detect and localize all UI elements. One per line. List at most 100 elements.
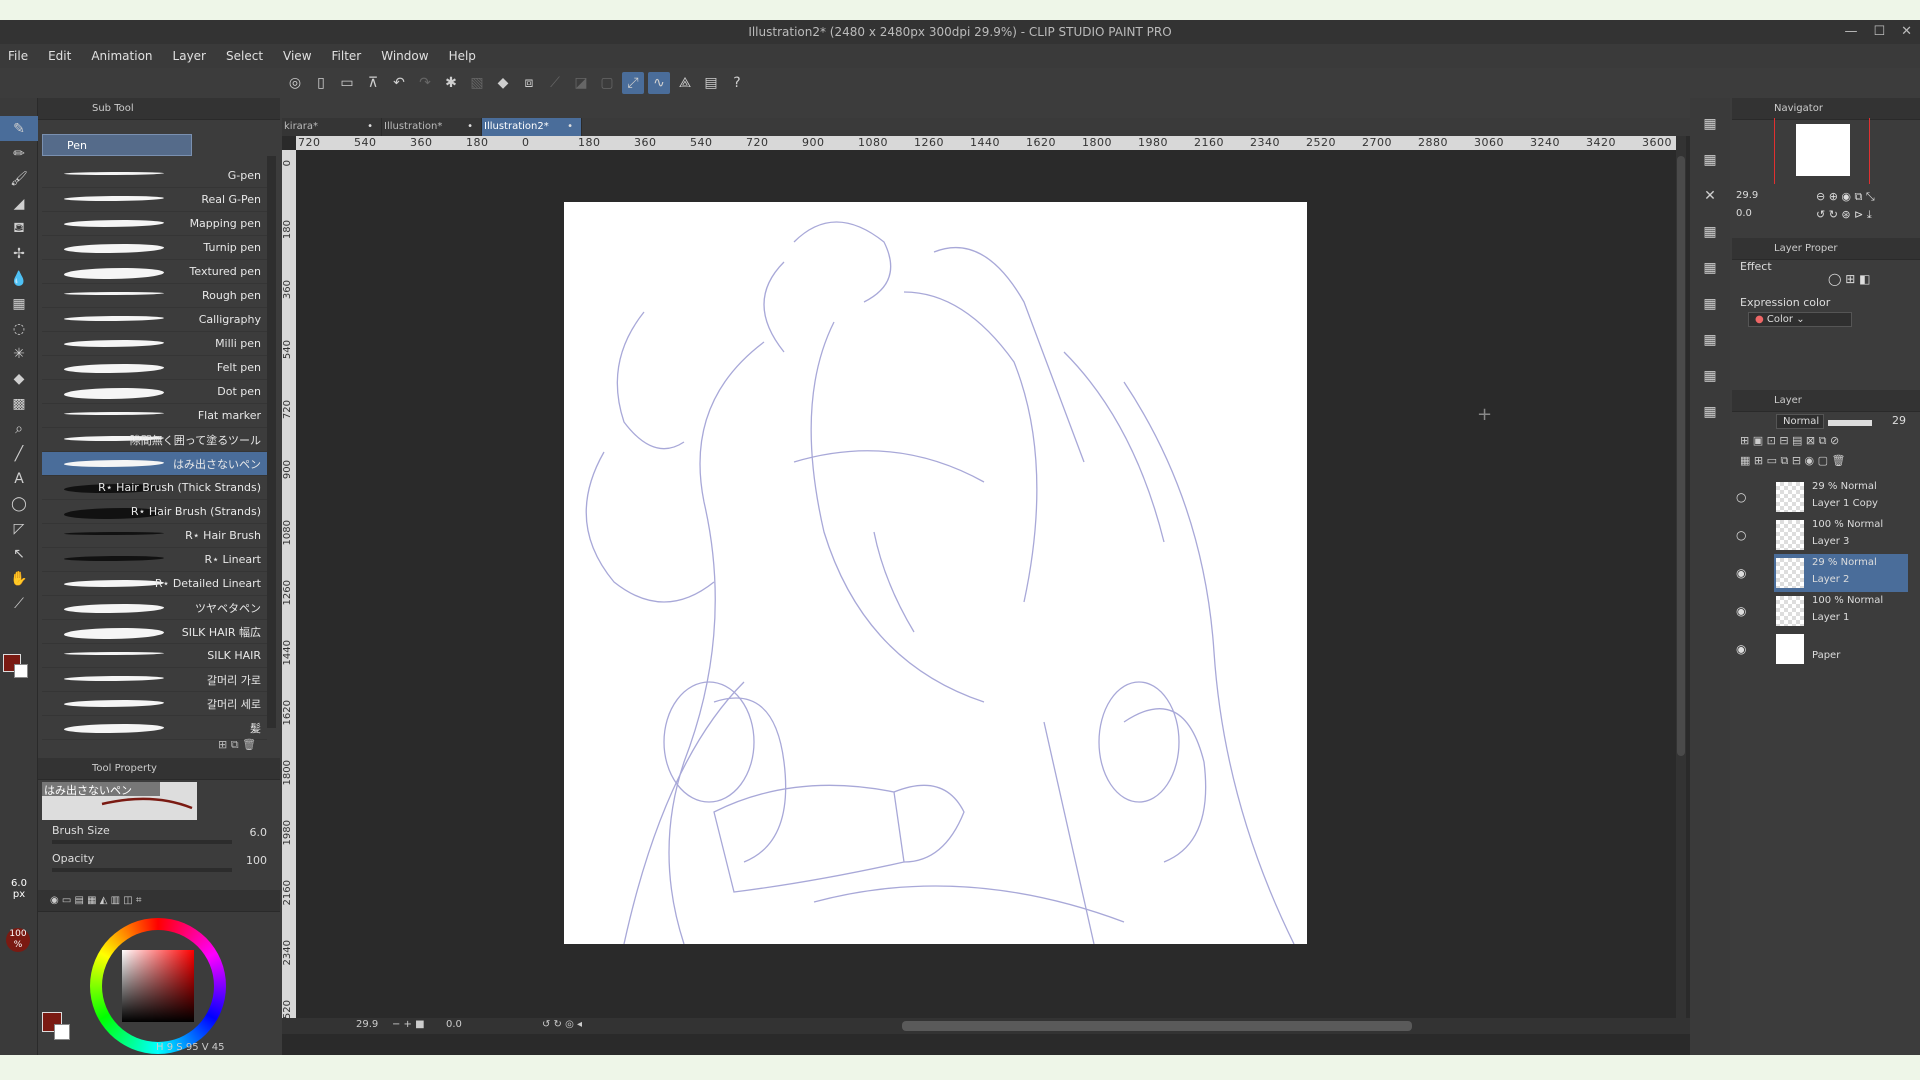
sub-color-swatch[interactable]	[14, 664, 28, 678]
canvas-paper[interactable]	[564, 202, 1307, 945]
clip-studio-icon[interactable]: ◎	[284, 72, 306, 94]
undo-icon[interactable]: ↶	[388, 72, 410, 94]
brush-item[interactable]: R⋆ Lineart	[42, 548, 267, 572]
auto-select-tool-icon[interactable]: ✳	[0, 341, 38, 366]
brush-item[interactable]: Textured pen	[42, 260, 267, 284]
help-icon[interactable]: ?	[726, 72, 748, 94]
brush-item[interactable]: Dot pen	[42, 380, 267, 404]
snap-grid-icon[interactable]: ⟁	[674, 72, 696, 94]
brush-tool-icon[interactable]: 🖌	[0, 166, 38, 191]
status-angle-value[interactable]: 0.0	[446, 1019, 462, 1030]
transform-icon[interactable]: ⧈	[518, 72, 540, 94]
opacity-value[interactable]: 100	[246, 854, 267, 867]
navigator-zoom-value[interactable]: 29.9	[1736, 190, 1758, 201]
visibility-eye-icon[interactable]: ◉	[1736, 566, 1746, 580]
brush-item[interactable]: ツヤベタペン	[42, 596, 267, 620]
clear-icon[interactable]: ✱	[440, 72, 462, 94]
pencil-tool-icon[interactable]: ✏	[0, 141, 38, 166]
sub-view-icon[interactable]: ▦	[1690, 250, 1730, 286]
operation-tool-icon[interactable]: ↖	[0, 541, 38, 566]
rotate-controls-icon[interactable]: ↺ ↻ ◎ ◂	[542, 1019, 582, 1030]
lasso-tool-icon[interactable]: ◌	[0, 316, 38, 341]
open-file-icon[interactable]: ▭	[336, 72, 358, 94]
menu-filter[interactable]: Filter	[332, 49, 362, 63]
history-icon[interactable]: ▦	[1690, 214, 1730, 250]
layer-row[interactable]: ◉ 100 % Normal Layer 1	[1736, 592, 1908, 630]
menu-window[interactable]: Window	[381, 49, 428, 63]
expression-color-select[interactable]: ● Color ⌄	[1748, 312, 1852, 327]
new-file-icon[interactable]: ▯	[310, 72, 332, 94]
layer-toolbar-2[interactable]: ▦ ⊞ ▭ ⧉ ⊟ ◉ ▢ 🗑	[1740, 454, 1846, 468]
blend-mode-select[interactable]: Normal	[1776, 414, 1824, 429]
canvas-vertical-scrollbar[interactable]	[1676, 136, 1686, 1018]
brush-item[interactable]: SILK HAIR	[42, 644, 267, 668]
brush-item[interactable]: 髪	[42, 716, 267, 740]
brush-item[interactable]: Flat marker	[42, 404, 267, 428]
export-icon[interactable]: ▦	[1690, 394, 1730, 430]
deselect-icon[interactable]: ⟋	[544, 72, 566, 94]
menu-animation[interactable]: Animation	[91, 49, 152, 63]
airbrush-tool-icon[interactable]: ✢	[0, 241, 38, 266]
brush-item[interactable]: 갈머리 가로	[42, 668, 267, 692]
brush-item[interactable]: Real G-Pen	[42, 188, 267, 212]
canvas-horizontal-scrollbar[interactable]	[902, 1021, 1412, 1031]
hand-tool-icon[interactable]: ✋	[0, 566, 38, 591]
menu-view[interactable]: View	[283, 49, 311, 63]
layer-opacity-value[interactable]: 29	[1892, 414, 1906, 427]
frame-tool-icon[interactable]: ◸	[0, 516, 38, 541]
brush-item[interactable]: Calligraphy	[42, 308, 267, 332]
visibility-eye-icon[interactable]: ○	[1736, 528, 1746, 542]
brush-item[interactable]: G-pen	[42, 164, 267, 188]
fill-icon[interactable]: ◆	[492, 72, 514, 94]
tablet-icon[interactable]: ▤	[700, 72, 722, 94]
blend-tool-icon[interactable]: 💧	[0, 266, 38, 291]
redo-icon[interactable]: ↷	[414, 72, 436, 94]
opacity-slider[interactable]	[52, 868, 232, 872]
text-tool-icon[interactable]: A	[0, 466, 38, 491]
item-bank-icon[interactable]: ▦	[1690, 286, 1730, 322]
figure-tool-icon[interactable]: ▦	[0, 291, 38, 316]
brush-item[interactable]: 갈머리 세로	[42, 692, 267, 716]
subtool-group-tab[interactable]: Pen	[42, 134, 192, 156]
save-icon[interactable]: ⊼	[362, 72, 384, 94]
brush-item[interactable]: はみ出さないペン	[42, 452, 267, 476]
brush-item[interactable]: SILK HAIR 幅広	[42, 620, 267, 644]
visibility-eye-icon[interactable]: ◉	[1736, 642, 1746, 656]
camera-icon[interactable]: ▦	[1690, 358, 1730, 394]
menu-file[interactable]: File	[8, 49, 28, 63]
brush-size-row[interactable]: Brush Size 6.0	[52, 824, 267, 850]
color-panel-tabs[interactable]: ◉ ▭ ▤ ▦ ◭ ▥ ◫ ⌗	[50, 895, 142, 906]
tab-illustration[interactable]: Illustration* •	[382, 118, 482, 136]
close-panel-icon[interactable]: ✕	[1690, 178, 1730, 214]
tab-illustration2[interactable]: Illustration2* •	[482, 118, 582, 136]
menu-layer[interactable]: Layer	[173, 49, 206, 63]
subtool-scrollbar[interactable]	[267, 156, 276, 728]
close-button[interactable]: ✕	[1901, 20, 1912, 44]
sub-color-chip[interactable]	[54, 1024, 70, 1040]
brush-item[interactable]: Turnip pen	[42, 236, 267, 260]
balloon-tool-icon[interactable]: ◯	[0, 491, 38, 516]
search-layer-icon[interactable]: ▦	[1690, 322, 1730, 358]
navigator-rotate-icon[interactable]: ↺ ↻ ⊛ ⊳ ⤓	[1816, 208, 1872, 222]
eyedropper-tool-icon[interactable]: ⟋	[0, 591, 38, 616]
snap-ruler-icon[interactable]: ⤢	[622, 72, 644, 94]
menu-select[interactable]: Select	[226, 49, 263, 63]
zoom-tool-icon[interactable]: ⌕	[0, 416, 38, 441]
layer-toolbar[interactable]: ⊞ ▣ ⊡ ⊟ ▤ ⊠ ⧉ ⊘	[1740, 434, 1839, 448]
decoration-tool-icon[interactable]: ⛾	[0, 216, 38, 241]
brush-item[interactable]: R⋆ Hair Brush (Thick Strands)	[42, 476, 267, 500]
tab-kirara[interactable]: kirara* •	[282, 118, 382, 136]
brush-item[interactable]: Felt pen	[42, 356, 267, 380]
minimize-button[interactable]: —	[1844, 20, 1857, 44]
fill-tool-icon[interactable]: ◆	[0, 366, 38, 391]
opacity-row[interactable]: Opacity 100	[52, 852, 267, 878]
brush-item[interactable]: R⋆ Hair Brush (Strands)	[42, 500, 267, 524]
tab-close-icon[interactable]: •	[467, 118, 473, 136]
brush-item[interactable]: R⋆ Hair Brush	[42, 524, 267, 548]
line-tool-icon[interactable]: ╱	[0, 441, 38, 466]
gradient-tool-icon[interactable]: ▩	[0, 391, 38, 416]
tab-close-icon[interactable]: •	[567, 118, 573, 136]
show-selection-icon[interactable]: ▢	[596, 72, 618, 94]
layer-row[interactable]: ◉ 29 % Normal Layer 2	[1736, 554, 1908, 592]
eraser-tool-icon[interactable]: ◢	[0, 191, 38, 216]
